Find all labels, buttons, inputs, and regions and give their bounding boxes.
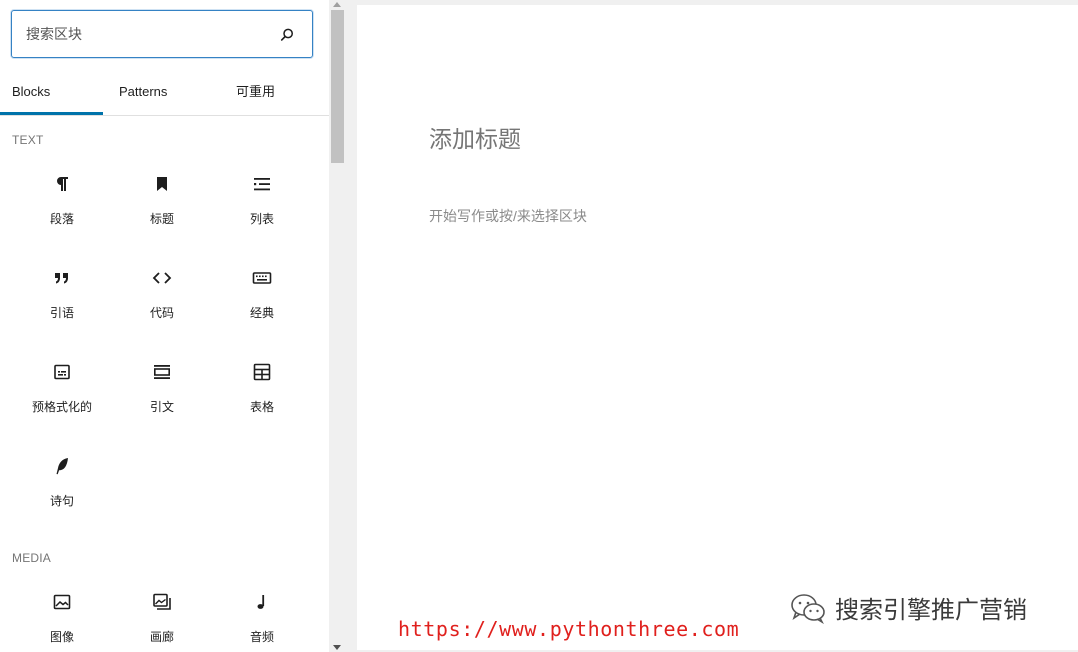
keyboard-icon — [252, 272, 272, 284]
block-label: 预格式化的 — [31, 400, 92, 414]
block-heading[interactable]: 标题 — [112, 162, 212, 242]
scroll-down-arrow-icon[interactable] — [333, 645, 341, 650]
category-title-media: MEDIA — [12, 551, 52, 565]
block-label: 画廊 — [149, 630, 174, 644]
block-label: 引语 — [49, 306, 74, 320]
block-label: 列表 — [249, 212, 274, 226]
block-list[interactable]: 列表 — [212, 162, 312, 242]
block-code[interactable]: 代码 — [112, 256, 212, 336]
block-classic[interactable]: 经典 — [212, 256, 312, 336]
tab-patterns[interactable]: Patterns — [103, 72, 206, 114]
quote-icon — [55, 273, 68, 284]
block-pullquote[interactable]: 引文 — [112, 350, 212, 430]
post-title-placeholder[interactable]: 添加标题 — [429, 120, 521, 154]
scroll-up-arrow-icon[interactable] — [333, 2, 341, 7]
block-verse[interactable]: 诗句 — [12, 444, 112, 524]
block-quote[interactable]: 引语 — [12, 256, 112, 336]
preformatted-icon — [54, 364, 70, 380]
block-image[interactable]: 图像 — [12, 580, 112, 652]
block-audio[interactable]: 音频 — [212, 580, 312, 652]
block-label: 代码 — [149, 306, 174, 320]
tab-blocks[interactable]: Blocks — [0, 72, 103, 115]
audio-icon — [257, 595, 265, 609]
block-label: 段落 — [49, 212, 74, 226]
pullquote-icon — [153, 365, 170, 379]
watermark-brand-text: 搜索引擎推广营销 — [835, 597, 1027, 624]
inserter-scrollbar[interactable] — [329, 0, 346, 652]
block-label: 标题 — [149, 212, 174, 226]
watermark-url: https://www.pythonthree.com — [398, 617, 740, 641]
search-input[interactable] — [26, 23, 266, 45]
gallery-icon — [153, 593, 171, 610]
block-label: 诗句 — [49, 494, 74, 508]
paragraph-placeholder[interactable]: 开始写作或按/来选择区块 — [429, 206, 587, 226]
search-box[interactable] — [11, 10, 313, 58]
wechat-icon — [791, 593, 825, 624]
paragraph-icon — [57, 177, 68, 191]
code-icon — [152, 272, 172, 284]
bookmark-icon — [157, 177, 167, 191]
block-table[interactable]: 表格 — [212, 350, 312, 430]
table-icon — [253, 363, 271, 381]
feather-icon — [56, 458, 68, 475]
list-icon — [254, 178, 270, 191]
block-preformatted[interactable]: 预格式化的 — [12, 350, 112, 430]
block-label: 经典 — [249, 306, 274, 320]
block-label: 引文 — [149, 400, 174, 414]
category-title-text: TEXT — [12, 133, 44, 147]
search-icon[interactable] — [278, 26, 296, 44]
tab-reusable[interactable]: 可重用 — [206, 72, 309, 114]
image-icon — [53, 594, 71, 610]
block-gallery[interactable]: 画廊 — [112, 580, 212, 652]
inserter-tabs: Blocks Patterns 可重用 — [0, 72, 329, 116]
block-inserter-panel: Blocks Patterns 可重用 TEXT 段落 标题 列表 引语 — [0, 0, 330, 652]
block-label: 图像 — [49, 630, 74, 644]
block-label: 音频 — [249, 630, 274, 644]
watermark-brand: 搜索引擎推广营销 — [789, 590, 1027, 625]
editor-canvas: 添加标题 开始写作或按/来选择区块 搜索引擎推广营销 https://www.p… — [357, 5, 1078, 650]
block-label: 表格 — [249, 400, 274, 414]
block-paragraph[interactable]: 段落 — [12, 162, 112, 242]
scroll-thumb[interactable] — [331, 10, 344, 163]
